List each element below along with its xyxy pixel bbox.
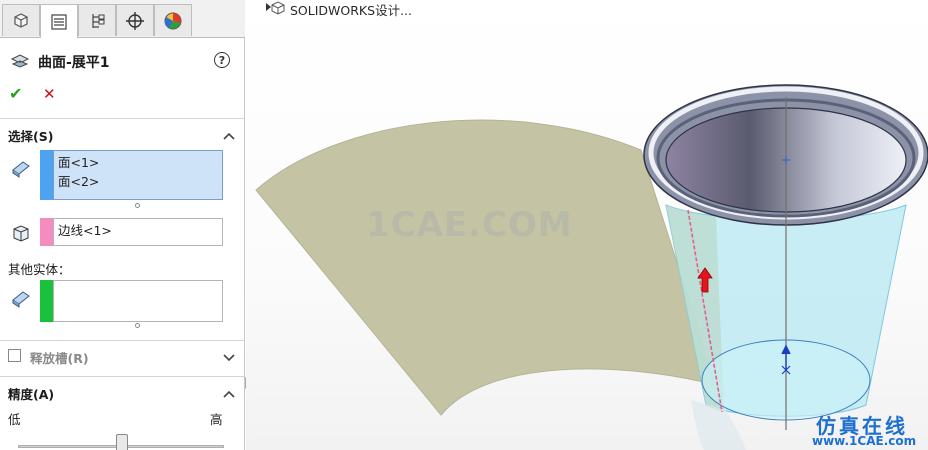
face-selection-color-bar xyxy=(40,150,53,200)
ok-button[interactable]: ✔ xyxy=(9,86,25,102)
surface-flatten-icon xyxy=(10,54,30,68)
collapse-accuracy-icon[interactable] xyxy=(222,388,236,398)
body-selection-icon xyxy=(12,291,30,308)
part-icon xyxy=(271,1,285,15)
face-selection-list[interactable]: 面<1> 面<2> xyxy=(53,150,223,200)
feature-tree-root-label[interactable]: SOLIDWORKS设计... xyxy=(290,0,412,19)
model-scene xyxy=(255,84,928,450)
selections-section-header[interactable]: 选择(S) xyxy=(8,126,53,145)
divider xyxy=(0,340,244,341)
watermark-text: 1CAE.COM xyxy=(366,205,573,245)
manager-tabs xyxy=(0,0,245,38)
accuracy-low-label: 低 xyxy=(8,412,21,427)
other-bodies-color-bar xyxy=(40,280,53,322)
tab-property-manager[interactable] xyxy=(40,4,78,38)
resize-handle[interactable] xyxy=(135,203,140,208)
other-bodies-label: 其他实体： xyxy=(8,262,71,277)
dimxpert-manager-icon xyxy=(126,11,144,30)
tab-configuration-manager[interactable] xyxy=(78,4,116,36)
feature-manager-icon xyxy=(14,12,28,28)
tab-display-manager[interactable] xyxy=(154,4,192,36)
face-selection-icon xyxy=(12,161,30,178)
tab-feature-manager[interactable] xyxy=(2,4,40,36)
relief-slots-checkbox[interactable] xyxy=(8,349,21,362)
configuration-manager-icon xyxy=(92,13,105,28)
divider xyxy=(0,376,244,377)
cancel-button[interactable]: ✕ xyxy=(43,86,59,102)
accuracy-high-label: 高 xyxy=(210,412,223,427)
accuracy-slider-thumb[interactable] xyxy=(116,434,128,450)
property-manager-panel: 曲面-展平1 ? ✔ ✕ 选择(S) 面<1> 面<2> 边线<1> 其他实体：… xyxy=(0,0,245,450)
edge-selection-list[interactable]: 边线<1> xyxy=(53,218,223,246)
edge-selection-icon xyxy=(13,225,29,242)
list-item[interactable]: 边线<1> xyxy=(58,221,218,240)
accuracy-section-header[interactable]: 精度(A) xyxy=(8,384,54,403)
tab-dimxpert-manager[interactable] xyxy=(116,4,154,36)
other-bodies-list[interactable] xyxy=(53,280,223,322)
graphics-area[interactable]: SOLIDWORKS设计... 1CAE.COM 仿真在线 www.1CAE.c… xyxy=(246,0,928,450)
expand-relief-slots-icon[interactable] xyxy=(222,352,236,362)
list-item[interactable]: 面<1> xyxy=(58,153,218,172)
resize-handle[interactable] xyxy=(135,323,140,328)
list-item[interactable]: 面<2> xyxy=(58,172,218,191)
edge-selection-color-bar xyxy=(40,218,53,246)
collapse-selections-icon[interactable] xyxy=(222,130,236,140)
divider xyxy=(0,118,244,119)
watermark-url-text: www.1CAE.com xyxy=(812,434,917,448)
relief-slots-label[interactable]: 释放槽(R) xyxy=(30,348,89,367)
property-manager-icon xyxy=(51,13,67,30)
help-icon[interactable]: ? xyxy=(214,52,230,68)
page-title: 曲面-展平1 xyxy=(38,55,110,71)
display-manager-icon xyxy=(164,12,182,29)
property-manager-header: 曲面-展平1 ? xyxy=(0,48,244,74)
